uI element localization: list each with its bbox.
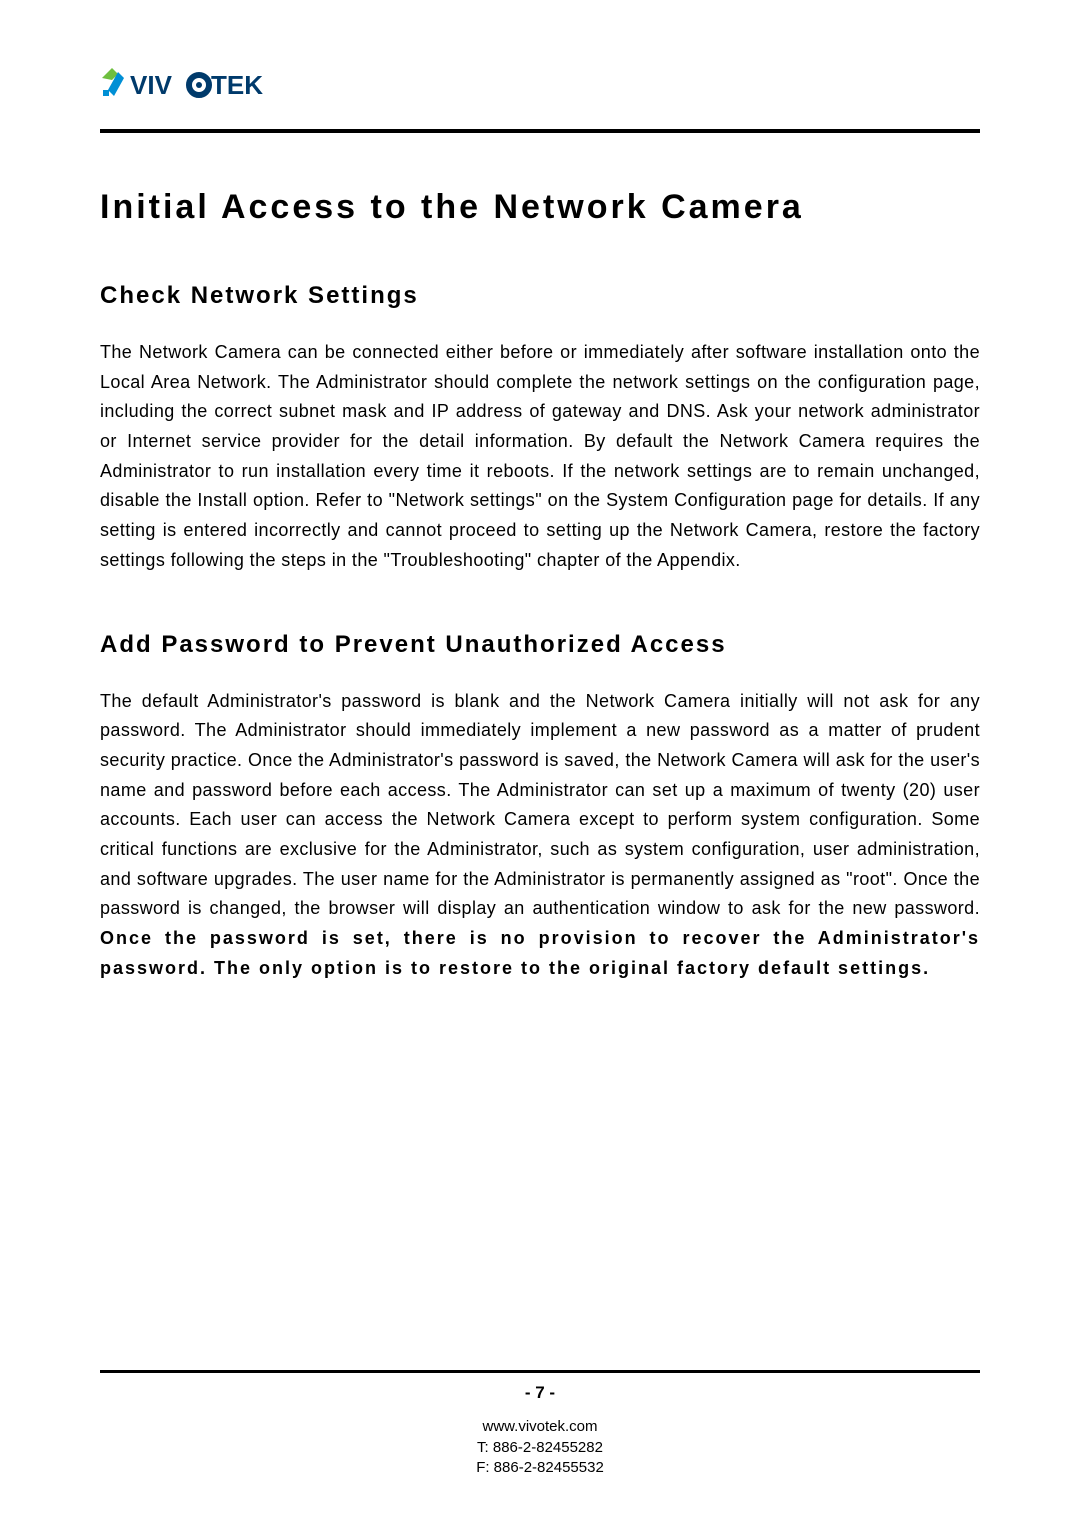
svg-text:VIV: VIV: [130, 70, 173, 100]
section-body-network: The Network Camera can be connected eith…: [100, 338, 980, 576]
section-body-password-bold: Once the password is set, there is no pr…: [100, 928, 980, 978]
vivotek-logo: VIV TEK: [100, 60, 280, 111]
page-title: Initial Access to the Network Camera: [100, 188, 980, 227]
header-divider: [100, 129, 980, 133]
section-body-password-main: The default Administrator's password is …: [100, 691, 980, 919]
footer-contact: www.vivotek.com T: 886-2-82455282 F: 886…: [100, 1417, 980, 1478]
footer-tel: T: 886-2-82455282: [100, 1438, 980, 1458]
document-page: VIV TEK Initial Access to the Network Ca…: [0, 0, 1080, 1528]
footer-fax: F: 886-2-82455532: [100, 1458, 980, 1478]
svg-text:TEK: TEK: [211, 70, 263, 100]
section-heading-network: Check Network Settings: [100, 282, 980, 310]
page-footer: - 7 - www.vivotek.com T: 886-2-82455282 …: [100, 1370, 980, 1478]
logo-row: VIV TEK: [100, 60, 980, 111]
footer-website: www.vivotek.com: [100, 1417, 980, 1437]
section-heading-password: Add Password to Prevent Unauthorized Acc…: [100, 631, 980, 659]
section-body-password: The default Administrator's password is …: [100, 687, 980, 984]
footer-divider: [100, 1370, 980, 1373]
page-number: - 7 -: [100, 1383, 980, 1403]
